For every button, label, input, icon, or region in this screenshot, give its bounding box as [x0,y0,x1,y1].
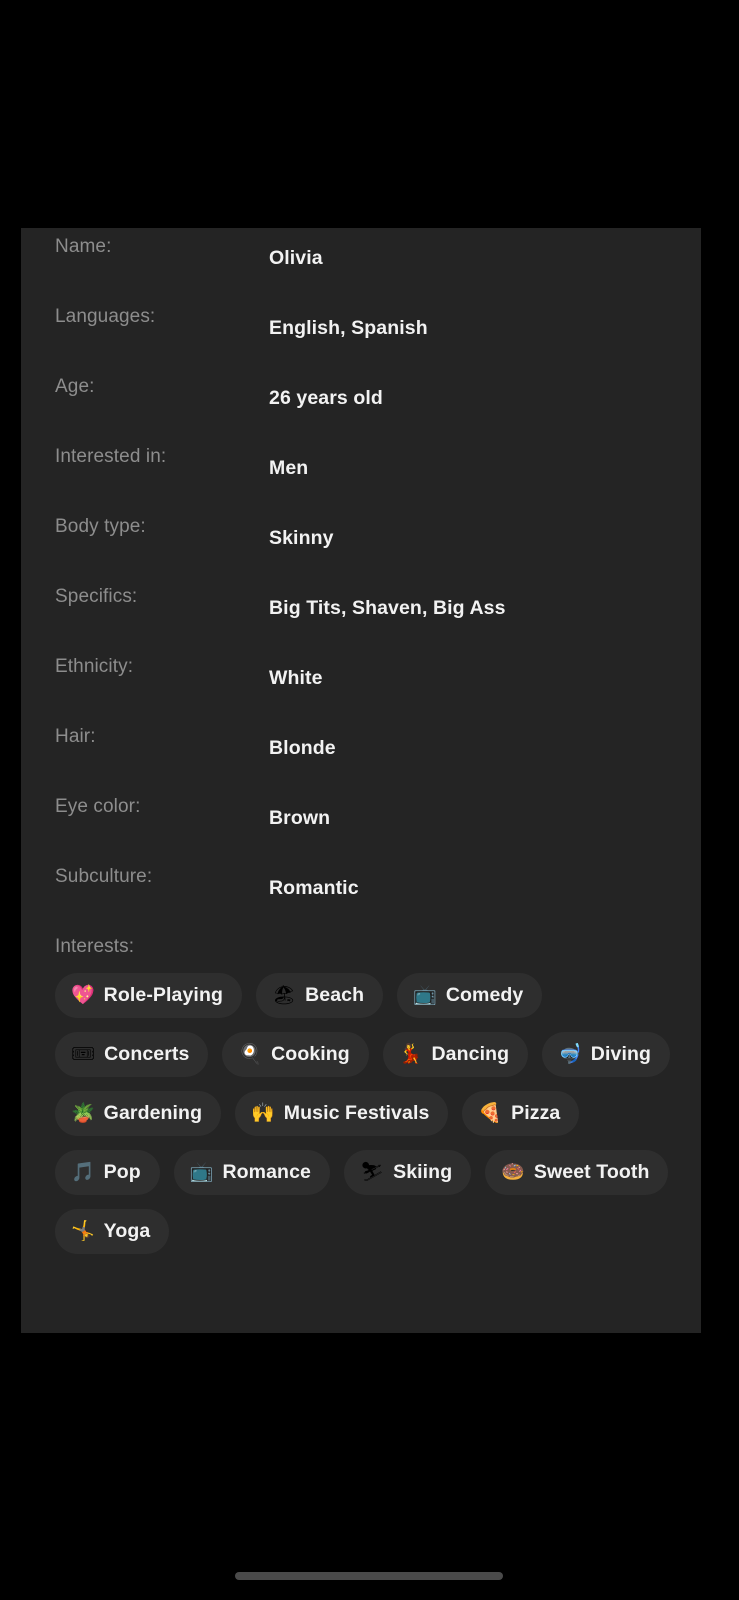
woman-dancing-icon: 💃 [398,1043,423,1065]
detail-value: Blonde [269,737,336,759]
detail-value: Big Tits, Shaven, Big Ass [269,597,506,619]
detail-value: White [269,667,323,689]
detail-value: 26 years old [269,387,383,409]
television-icon: 📺 [189,1161,214,1183]
interest-chip[interactable]: 🍩 Sweet Tooth [485,1150,669,1195]
skier-icon: ⛷ [359,1161,385,1183]
scrollbar-track[interactable] [712,228,717,1333]
detail-value: Romantic [269,877,359,899]
doughnut-icon: 🍩 [501,1161,525,1183]
detail-row: Hair: Blonde [21,718,701,788]
detail-label: Name: [55,236,112,257]
profile-detail-list: Name: Olivia Languages: English, Spanish Age… [21,228,701,928]
detail-row: Languages: English, Spanish [21,298,701,368]
raising-hands-icon: 🙌 [251,1102,275,1124]
interest-chip-label: Sweet Tooth [533,1161,650,1183]
potted-plant-icon: 🪴 [71,1102,95,1124]
detail-label: Age: [55,376,95,397]
interest-chip-label: Pizza [511,1102,561,1124]
interest-chip-label: Yoga [103,1220,151,1242]
detail-row: Body type: Skinny [21,508,701,578]
interest-chip-label: Comedy [445,984,524,1006]
interest-chip-list: 💖 Role-Playing 🏖 Beach 📺 Comedy 🎟 Concerts 🍳 Cook… [55,973,677,1254]
detail-label: Ethnicity: [55,656,134,677]
interest-chip[interactable]: 🙌 Music Festivals [235,1091,449,1136]
interest-chip[interactable]: 💖 Role-Playing [55,973,242,1018]
detail-label: Eye color: [55,796,141,817]
interest-chip[interactable]: 📺 Romance [173,1150,330,1195]
detail-value: Skinny [269,527,334,549]
beach-with-umbrella-icon: 🏖 [271,984,297,1006]
television-icon: 📺 [413,984,437,1006]
detail-value: Olivia [269,247,323,269]
detail-label: Subculture: [55,866,153,887]
interest-chip-label: Concerts [104,1043,190,1065]
interest-chip[interactable]: 🤸 Yoga [55,1209,170,1254]
interest-chip[interactable]: 🤿 Diving [542,1032,670,1077]
detail-row: Ethnicity: White [21,648,701,718]
interest-chip-label: Role-Playing [103,984,223,1006]
interest-chip-label: Romance [222,1161,311,1183]
pizza-slice-icon: 🍕 [478,1102,503,1124]
interest-chip[interactable]: 🍳 Cooking [222,1032,369,1077]
interest-chip-label: Gardening [103,1102,203,1124]
interest-chip[interactable]: 🪴 Gardening [55,1091,222,1136]
interest-chip[interactable]: 🏖 Beach [255,973,384,1018]
detail-row: Specifics: Big Tits, Shaven, Big Ass [21,578,701,648]
profile-details-panel[interactable]: Name: Olivia Languages: English, Spanish Age… [21,228,701,1333]
person-cartwheeling-icon: 🤸 [71,1220,95,1242]
interest-chip[interactable]: ⛷ Skiing [343,1150,472,1195]
detail-row: Name: Olivia [21,228,701,298]
interest-chip-label: Skiing [393,1161,453,1183]
detail-label: Body type: [55,516,146,537]
detail-row: Interested in: Men [21,438,701,508]
cooking-egg-icon: 🍳 [238,1043,263,1065]
detail-value: English, Spanish [269,317,428,339]
detail-label: Hair: [55,726,96,747]
interest-chip-label: Pop [103,1161,141,1183]
detail-label: Languages: [55,306,156,327]
detail-label: Interested in: [55,446,167,467]
interests-label: Interests: [55,936,135,957]
detail-row: Age: 26 years old [21,368,701,438]
interest-chip[interactable]: 🍕 Pizza [462,1091,580,1136]
home-indicator[interactable] [235,1572,503,1580]
interest-chip-label: Diving [590,1043,651,1065]
interest-chip[interactable]: 🎵 Pop [55,1150,160,1195]
detail-label: Specifics: [55,586,138,607]
interest-chip[interactable]: 🎟 Concerts [55,1032,209,1077]
diving-mask-icon: 🤿 [558,1043,582,1065]
detail-row: Eye color: Brown [21,788,701,858]
interest-chip-label: Music Festivals [283,1102,430,1124]
detail-row: Subculture: Romantic [21,858,701,928]
phone-screen: Name: Olivia Languages: English, Spanish Age… [0,0,739,1600]
musical-note-icon: 🎵 [71,1161,95,1183]
interest-chip[interactable]: 💃 Dancing [382,1032,529,1077]
sparkling-heart-icon: 💖 [71,984,95,1006]
detail-value: Men [269,457,309,479]
interest-chip-label: Cooking [271,1043,350,1065]
interest-chip-label: Dancing [431,1043,510,1065]
interest-chip-label: Beach [305,984,365,1006]
admission-tickets-icon: 🎟 [71,1043,96,1065]
detail-value: Brown [269,807,331,829]
interest-chip[interactable]: 📺 Comedy [397,973,543,1018]
